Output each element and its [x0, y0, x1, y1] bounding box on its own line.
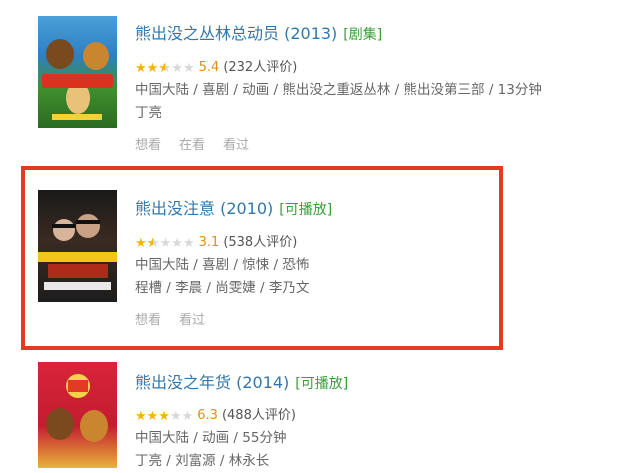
rating-row-1: ★★★★★★ 5.4 (232人评价) — [135, 56, 297, 76]
item-title-link[interactable]: 熊出没之年货 (2014) — [135, 373, 289, 392]
poster-image-1[interactable] — [38, 16, 117, 128]
highlight-box — [21, 166, 503, 350]
item-tag[interactable]: [剧集] — [343, 27, 382, 43]
rating-count: (488人评价) — [221, 408, 296, 423]
rating-score: 6.3 — [197, 408, 218, 423]
rating-stars: ★★★★★★ — [135, 61, 195, 76]
meta-line-1: 中国大陆 / 动画 / 55分钟 — [135, 430, 287, 446]
item-actions-1: 想看 在看 看过 — [135, 134, 267, 153]
poster-image-3[interactable] — [38, 362, 117, 468]
item-title-link[interactable]: 熊出没之丛林总动员 (2013) — [135, 24, 337, 43]
rating-stars: ★★★★★ — [135, 409, 194, 424]
meta-line-2: 丁亮 — [135, 105, 162, 121]
item-title-row-3: 熊出没之年货 (2014) [可播放] — [135, 369, 348, 393]
item-title-row-1: 熊出没之丛林总动员 (2013) [剧集] — [135, 20, 382, 44]
want-to-watch-button[interactable]: 想看 — [135, 138, 161, 153]
item-meta-1: 中国大陆 / 喜剧 / 动画 / 熊出没之重返丛林 / 熊出没第三部 / 13分… — [135, 79, 595, 125]
rating-score: 5.4 — [198, 60, 220, 75]
meta-line-2: 丁亮 / 刘富源 / 林永长 — [135, 453, 270, 469]
rating-count: (232人评价) — [223, 60, 298, 75]
meta-line-1: 中国大陆 / 喜剧 / 动画 / 熊出没之重返丛林 / 熊出没第三部 / 13分… — [135, 82, 542, 98]
watched-button[interactable]: 看过 — [223, 138, 249, 153]
item-meta-3: 中国大陆 / 动画 / 55分钟 丁亮 / 刘富源 / 林永长 — [135, 427, 595, 473]
watching-button[interactable]: 在看 — [179, 138, 205, 153]
item-tag[interactable]: [可播放] — [295, 376, 348, 392]
rating-row-3: ★★★★★ 6.3 (488人评价) — [135, 404, 296, 424]
